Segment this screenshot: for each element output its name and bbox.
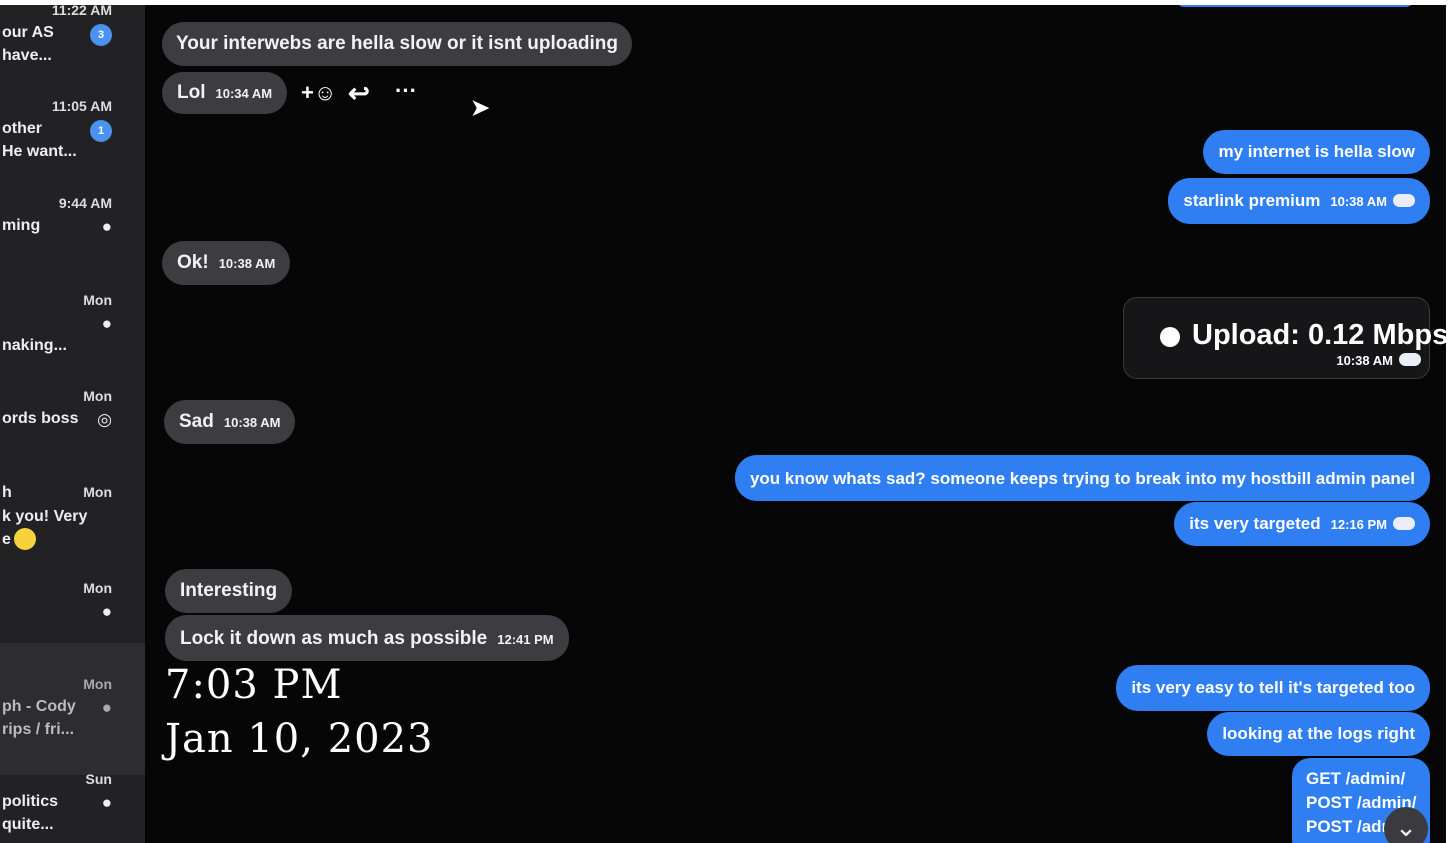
incoming-message[interactable]: Lock it down as much as possible 12:41 PM: [165, 615, 569, 661]
incoming-message[interactable]: Your interwebs are hella slow or it isnt…: [162, 22, 632, 66]
message-time: 10:38 AM: [1336, 353, 1393, 368]
message-text: Interesting: [180, 580, 278, 601]
read-receipt-icon: [1393, 517, 1415, 530]
status-dot-icon: [1160, 327, 1180, 347]
message-time: 10:38 AM: [218, 256, 276, 271]
read-receipt-icon: ●: [101, 698, 112, 717]
message-text: its very targeted: [1189, 514, 1321, 533]
overlay-time: 7:03 PM: [165, 662, 343, 708]
unread-badge: 1: [90, 120, 112, 142]
conversation-preview: naking...: [2, 337, 67, 354]
conversation-time: Sun: [85, 771, 112, 787]
message-time: 10:38 AM: [223, 415, 281, 430]
read-receipt-icon: ●: [101, 217, 112, 236]
conversation-time: 9:44 AM: [58, 195, 112, 211]
outgoing-message[interactable]: looking at the logs right: [1207, 712, 1430, 756]
conversation-sidebar: 11:22 AM our AS have... 3 11:05 AM other…: [0, 0, 145, 843]
message-text: Ok!: [177, 252, 209, 273]
conversation-time: Mon: [83, 676, 112, 692]
chevron-down-icon: ⌄: [1395, 812, 1417, 842]
read-receipt-icon: ◎: [97, 410, 112, 429]
message-text: Lock it down as much as possible: [180, 628, 488, 649]
conversation-name: our AS: [2, 24, 54, 41]
outgoing-message[interactable]: starlink premium 10:38 AM: [1168, 178, 1430, 224]
incoming-message[interactable]: Sad 10:38 AM: [164, 400, 296, 444]
incoming-message[interactable]: Ok! 10:38 AM: [162, 241, 291, 285]
outgoing-message[interactable]: you know whats sad? someone keeps trying…: [734, 455, 1430, 501]
conversation-time: Mon: [83, 292, 112, 308]
smiley-emoji-icon: [14, 528, 36, 550]
conversation-preview: quite...: [2, 816, 54, 833]
conversation-preview: rips / fri...: [2, 721, 75, 738]
top-border: [0, 0, 1448, 5]
read-receipt-icon: [1393, 194, 1415, 207]
outgoing-message[interactable]: my internet is hella slow: [1203, 130, 1430, 174]
conversation-preview: k you! Very: [2, 508, 88, 525]
outgoing-message[interactable]: its very easy to tell it's targeted too: [1116, 665, 1430, 711]
unread-badge: 3: [90, 24, 112, 46]
message-text: GET /admin/: [1306, 769, 1406, 788]
conversation-name: other: [2, 120, 42, 137]
read-receipt-icon: ●: [101, 602, 112, 621]
conversation-preview: have...: [2, 47, 52, 64]
message-text: starlink premium: [1183, 191, 1321, 210]
conversation-name: h: [2, 484, 12, 501]
message-text: Lol: [177, 82, 206, 103]
conversation-name: politics: [2, 793, 59, 810]
conversation-time: 11:05 AM: [51, 98, 112, 114]
conversation-preview-cont: e: [2, 531, 11, 548]
reply-icon[interactable]: ↩: [348, 80, 370, 106]
conversation-time: Mon: [83, 388, 112, 404]
message-time: 12:41 PM: [497, 632, 554, 647]
incoming-message[interactable]: Interesting: [165, 569, 293, 613]
messenger-app: 11:22 AM our AS have... 3 11:05 AM other…: [0, 0, 1446, 843]
upload-speed-card[interactable]: Upload: 0.12 Mbps 10:38 AM: [1123, 297, 1446, 379]
message-text: you know whats sad? someone keeps trying…: [749, 469, 1415, 488]
conversation-time: Mon: [83, 580, 112, 596]
conversation-time: Mon: [83, 484, 112, 500]
message-text: looking at the logs right: [1222, 724, 1415, 743]
message-time: 10:34 AM: [215, 86, 273, 101]
outgoing-message[interactable]: its very targeted 12:16 PM: [1174, 502, 1430, 546]
conversation-preview: ords boss: [2, 410, 79, 427]
scroll-to-bottom-button[interactable]: ⌄: [1384, 807, 1428, 843]
message-text: Your interwebs are hella slow or it isnt…: [176, 33, 618, 54]
read-receipt-icon: [1399, 353, 1421, 366]
add-reaction-icon[interactable]: +☺: [301, 82, 336, 104]
overlay-date: Jan 10, 2023: [165, 716, 434, 762]
conversation-name: ming: [2, 217, 41, 234]
message-text: its very easy to tell it's targeted too: [1131, 678, 1415, 697]
conversation-name: ph - Cody: [2, 698, 76, 715]
incoming-message[interactable]: Lol 10:34 AM: [162, 72, 288, 114]
message-text: Sad: [179, 411, 214, 432]
message-time: 10:38 AM: [1330, 194, 1387, 209]
read-receipt-icon: ●: [101, 314, 112, 333]
mouse-cursor-icon: ➤: [471, 95, 490, 120]
read-receipt-icon: ●: [101, 793, 112, 812]
message-thread: Your interwebs are hella slow or it isnt…: [145, 0, 1446, 843]
more-options-icon[interactable]: ···: [395, 80, 417, 102]
message-text: my internet is hella slow: [1218, 142, 1415, 161]
conversation-preview: He want...: [2, 143, 77, 160]
upload-speed-text: Upload: 0.12 Mbps: [1192, 319, 1446, 351]
message-time: 12:16 PM: [1330, 517, 1387, 532]
